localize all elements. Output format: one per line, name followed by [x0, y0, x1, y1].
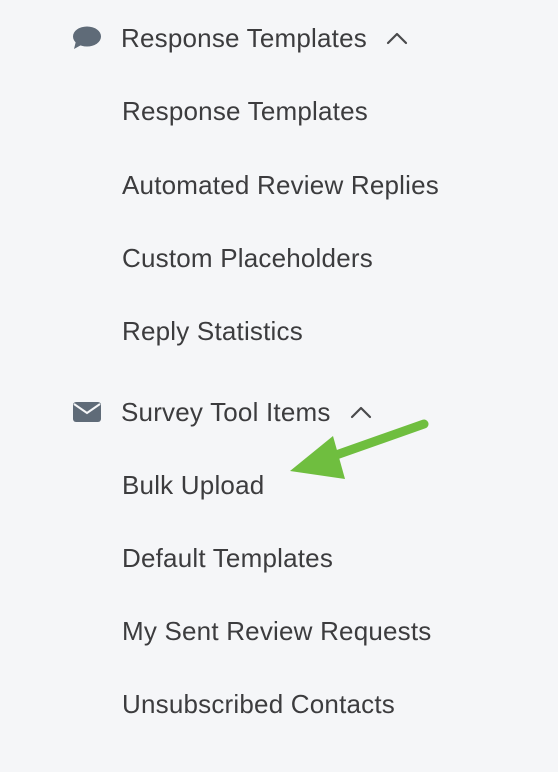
- sidebar-item-automated-review-replies[interactable]: Automated Review Replies: [122, 165, 439, 205]
- chevron-up-icon[interactable]: [385, 28, 409, 48]
- sidebar-item-my-sent-review-requests[interactable]: My Sent Review Requests: [122, 611, 432, 651]
- chevron-up-icon[interactable]: [349, 402, 373, 422]
- envelope-icon: [72, 400, 104, 424]
- section-label: Survey Tool Items: [121, 396, 331, 427]
- sidebar-item-custom-placeholders[interactable]: Custom Placeholders: [122, 238, 373, 278]
- section-label: Response Templates: [121, 22, 367, 53]
- sidebar-item-unsubscribed-contacts[interactable]: Unsubscribed Contacts: [122, 684, 395, 724]
- section-header-survey-tool-items[interactable]: Survey Tool Items: [72, 392, 373, 432]
- section-header-response-templates[interactable]: Response Templates: [72, 18, 409, 58]
- sidebar-item-bulk-upload[interactable]: Bulk Upload: [122, 465, 264, 505]
- sidebar-item-reply-statistics[interactable]: Reply Statistics: [122, 311, 303, 351]
- sidebar-item-response-templates[interactable]: Response Templates: [122, 91, 368, 131]
- speech-bubble-icon: [72, 26, 104, 50]
- sidebar-item-default-templates[interactable]: Default Templates: [122, 538, 333, 578]
- sidebar-menu: Response Templates Response Templates Au…: [0, 0, 558, 772]
